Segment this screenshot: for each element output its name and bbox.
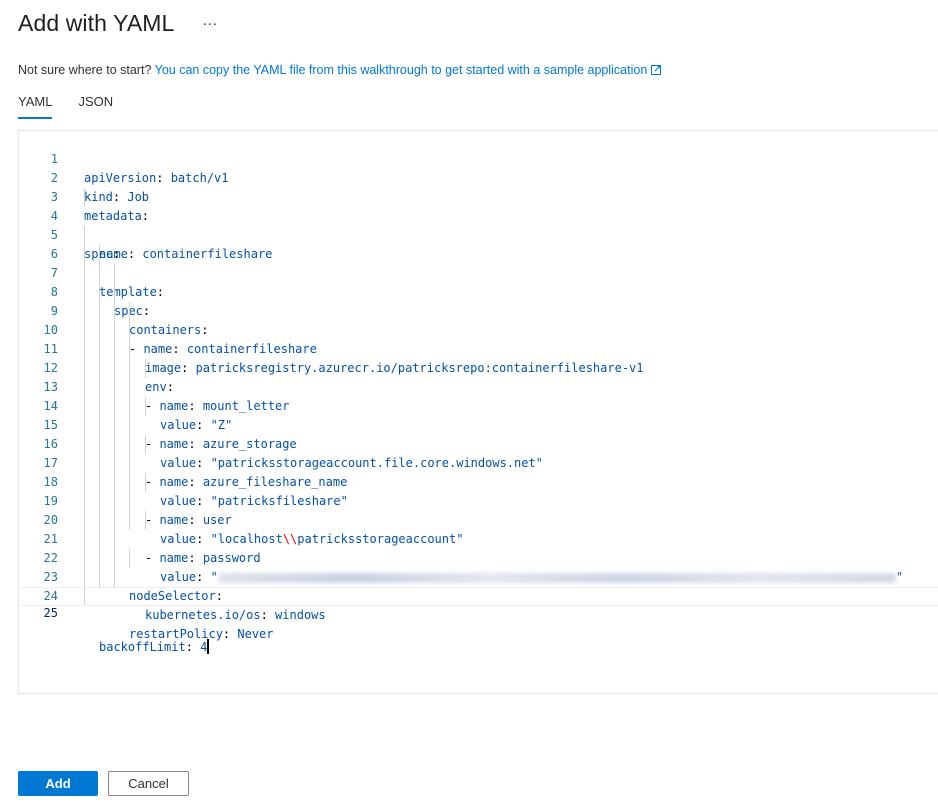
add-button[interactable]: Add xyxy=(18,771,98,796)
code-line: 4 name: containerfileshare xyxy=(19,188,938,261)
code-line: 23 kubernetes.io/os: windows xyxy=(19,549,938,622)
code-line: 20 - name: password xyxy=(19,492,938,565)
code-line: 9 - name: containerfileshare xyxy=(19,283,938,356)
tab-yaml[interactable]: YAML xyxy=(18,92,53,120)
yaml-value: Never xyxy=(237,627,274,641)
intro-prompt: Not sure where to start? xyxy=(18,63,152,77)
code-line: 24 restartPolicy: Never xyxy=(19,568,938,641)
code-line: 18 - name: user xyxy=(19,454,938,527)
walkthrough-link[interactable]: You can copy the YAML file from this wal… xyxy=(155,63,662,77)
code-line: 7 spec: xyxy=(19,245,938,318)
code-line: 8 containers: xyxy=(19,264,938,337)
walkthrough-link-label: You can copy the YAML file from this wal… xyxy=(154,63,648,77)
code-line: 5 spec: xyxy=(19,207,938,261)
code-line: 14 - name: azure_storage xyxy=(19,378,938,451)
code-line: 19 value: "localhost\\patricksstorageacc… xyxy=(19,473,938,546)
code-line: 15 value: "patricksstorageaccount.file.c… xyxy=(19,397,938,470)
format-tabs: YAML JSON xyxy=(18,92,139,120)
intro-text: Not sure where to start? You can copy th… xyxy=(18,63,662,78)
code-line: 11 env: xyxy=(19,321,938,394)
code-line: 12 - name: mount_letter xyxy=(19,340,938,413)
external-link-icon xyxy=(651,64,662,78)
code-line-current: 25 backoffLimit: 4 xyxy=(19,587,938,654)
code-line: 1 apiVersion: batch/v1 xyxy=(19,131,938,185)
code-line: 10 image: patricksregistry.azurecr.io/pa… xyxy=(19,302,938,375)
yaml-key: backoffLimit xyxy=(99,640,186,654)
code-line: 3 metadata: xyxy=(19,169,938,223)
code-line: 6 template: xyxy=(19,226,938,299)
yaml-value: windows xyxy=(275,608,326,622)
code-line: 22 nodeSelector: xyxy=(19,530,938,603)
code-line: 2 kind: Job xyxy=(19,150,938,204)
page-title: Add with YAML xyxy=(18,9,175,36)
text-cursor xyxy=(207,639,210,654)
title-row: Add with YAML ··· xyxy=(18,8,219,38)
yaml-value: 4 xyxy=(200,640,208,654)
more-options-button[interactable]: ··· xyxy=(200,15,219,32)
tab-json[interactable]: JSON xyxy=(78,92,113,120)
code-line: 16 - name: azure_fileshare_name xyxy=(19,416,938,489)
line-number: 25 xyxy=(43,606,58,620)
code-line: 13 value: "Z" xyxy=(19,359,938,432)
yaml-key: kubernetes.io/os xyxy=(145,608,261,622)
code-line: 17 value: "patricksfileshare" xyxy=(19,435,938,508)
cancel-button[interactable]: Cancel xyxy=(108,771,189,796)
yaml-editor[interactable]: 1 apiVersion: batch/v1 2 kind: Job 3 met… xyxy=(18,130,938,694)
code-line: 21 value: " " xyxy=(19,511,938,584)
